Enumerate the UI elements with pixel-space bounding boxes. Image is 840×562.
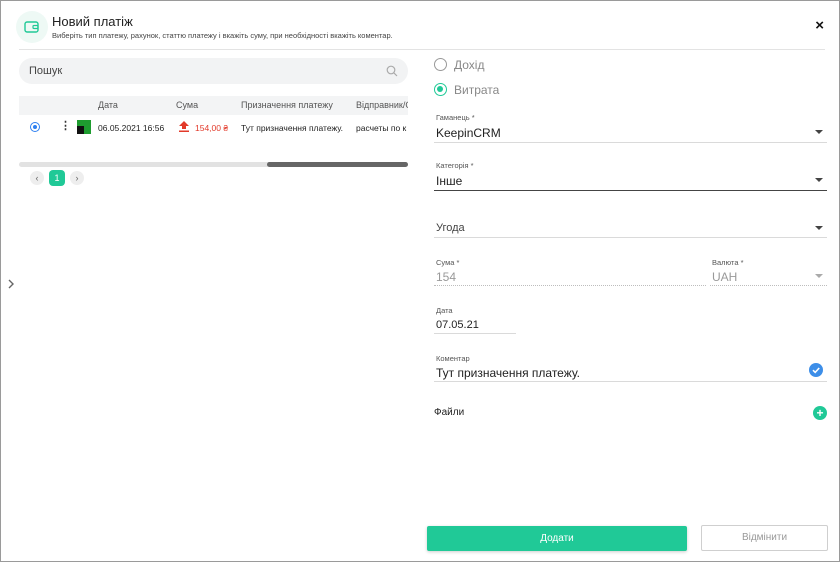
add-button[interactable]: Додати <box>427 526 687 551</box>
amount-underline <box>434 285 706 286</box>
amount-input[interactable]: 154 <box>436 270 456 284</box>
search-icon[interactable] <box>386 64 398 82</box>
chevron-right-icon[interactable]: › <box>70 171 84 185</box>
chevron-down-icon[interactable] <box>815 178 823 182</box>
cell-amount: 154,00 ₴ <box>195 123 229 133</box>
chevron-left-icon[interactable]: ‹ <box>30 171 44 185</box>
cancel-button[interactable]: Відмінити <box>701 525 828 551</box>
cell-sender: расчеты по к <box>356 123 407 133</box>
horizontal-scrollbar[interactable] <box>19 162 408 167</box>
chevron-down-icon[interactable] <box>815 226 823 230</box>
date-underline <box>434 333 516 334</box>
checkmark-icon[interactable] <box>809 363 823 377</box>
category-field-label: Категорія * <box>436 161 474 170</box>
plus-icon[interactable]: + <box>813 406 827 420</box>
dialog-subtitle: Виберіть тип платежу, рахунок, статтю пл… <box>52 31 393 40</box>
search-bar <box>19 58 408 84</box>
column-header-purpose[interactable]: Призначення платежу <box>241 100 333 110</box>
wallet-field-label: Гаманець * <box>436 113 475 122</box>
page-button-current[interactable]: 1 <box>49 170 65 186</box>
deal-select[interactable]: Угода <box>436 222 465 234</box>
wallet-select[interactable]: KeepinCRM <box>436 126 501 140</box>
comment-input[interactable]: Тут призначення платежу. <box>436 366 580 380</box>
currency-underline <box>710 285 827 286</box>
amount-field-label: Сума * <box>436 258 460 267</box>
dialog-title: Новий платіж <box>52 14 133 29</box>
chevron-down-icon[interactable] <box>815 274 823 278</box>
cell-purpose: Тут призначення платежу. <box>241 123 344 133</box>
payments-table: Дата Сума Призначення платежу Відправник… <box>19 96 408 143</box>
deal-underline <box>434 237 827 238</box>
column-header-date[interactable]: Дата <box>98 100 118 110</box>
chevron-down-icon[interactable] <box>815 130 823 134</box>
upload-arrow-icon <box>179 121 189 134</box>
comment-underline <box>434 381 827 382</box>
currency-field-label: Валюта * <box>712 258 744 267</box>
column-header-sender[interactable]: Відправник/О <box>356 100 408 110</box>
date-field-label: Дата <box>436 306 453 315</box>
search-input[interactable] <box>29 58 369 84</box>
currency-select[interactable]: UAH <box>712 270 737 284</box>
wallet-underline <box>434 142 827 143</box>
radio-income-label[interactable]: Дохід <box>454 58 484 72</box>
column-header-amount[interactable]: Сума <box>176 100 198 110</box>
radio-expense[interactable] <box>434 83 447 96</box>
row-select-radio[interactable] <box>30 122 40 132</box>
payment-dialog: Новий платіж Виберіть тип платежу, рахун… <box>0 0 840 562</box>
table-row[interactable]: ⋮ 06.05.2021 16:56 154,00 ₴ Тут призначе… <box>19 115 408 139</box>
date-input[interactable]: 07.05.21 <box>436 319 479 331</box>
company-logo <box>77 120 91 134</box>
scrollbar-thumb[interactable] <box>267 162 408 167</box>
kebab-menu-icon[interactable]: ⋮ <box>60 121 71 132</box>
close-icon[interactable]: × <box>815 18 824 33</box>
category-select[interactable]: Інше <box>436 174 462 188</box>
radio-expense-label[interactable]: Витрата <box>454 83 499 97</box>
category-underline <box>434 190 827 191</box>
cell-date: 06.05.2021 16:56 <box>98 123 165 133</box>
expand-panel-chevron-icon[interactable] <box>7 277 15 295</box>
files-label: Файли <box>434 407 465 418</box>
header-divider <box>19 49 825 50</box>
dialog-header: Новий платіж Виберіть тип платежу, рахун… <box>2 2 838 50</box>
table-header: Дата Сума Призначення платежу Відправник… <box>19 96 408 115</box>
comment-field-label: Коментар <box>436 354 470 363</box>
radio-income[interactable] <box>434 58 447 71</box>
wallet-icon <box>16 11 48 43</box>
